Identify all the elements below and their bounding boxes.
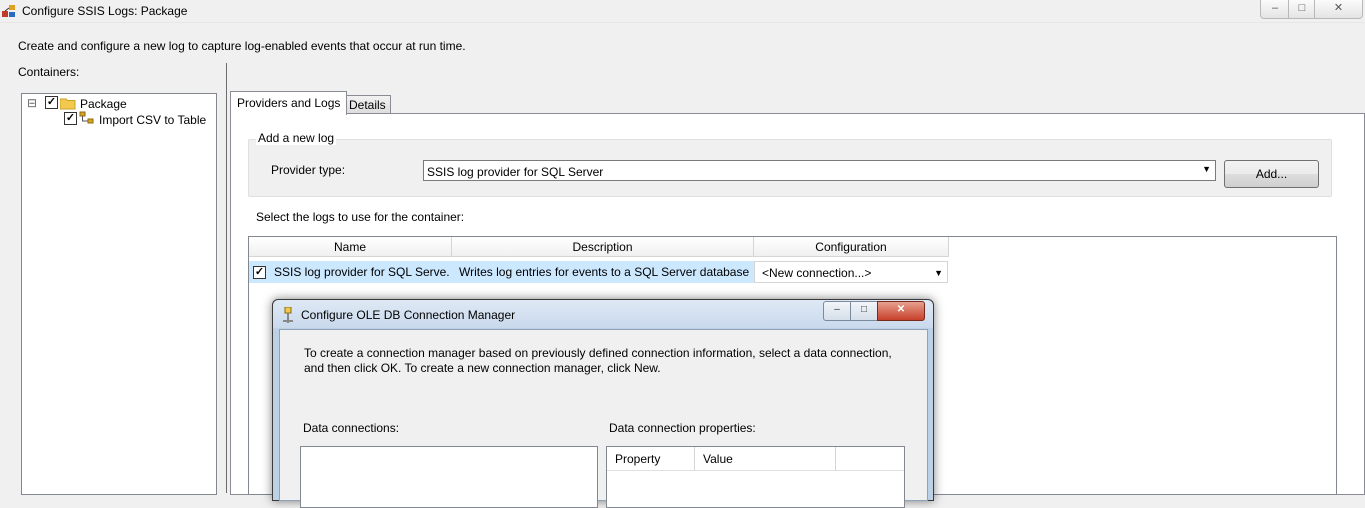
add-button[interactable]: Add... [1224, 160, 1319, 188]
data-connections-label: Data connections: [303, 421, 400, 435]
window-titlebar: Configure SSIS Logs: Package – □ ✕ [0, 0, 1365, 23]
tab-providers-and-logs[interactable]: Providers and Logs [230, 91, 348, 115]
provider-type-label: Provider type: [271, 163, 346, 177]
dialog-titlebar: Configure OLE DB Connection Manager – □ … [273, 300, 933, 328]
select-logs-label: Select the logs to use for the container… [256, 210, 465, 224]
window-title: Configure SSIS Logs: Package [22, 4, 188, 18]
column-header-configuration[interactable]: Configuration [754, 237, 949, 257]
add-log-group-title: Add a new log [256, 131, 337, 145]
data-connection-properties-grid[interactable]: Property Value [606, 446, 905, 508]
log-row-checkbox[interactable]: ✓ [253, 266, 266, 279]
configuration-value: <New connection...> [762, 266, 872, 280]
minimize-button[interactable]: – [1260, 0, 1290, 19]
folder-icon [60, 98, 76, 110]
tab-details[interactable]: Details [344, 95, 391, 114]
connection-icon [283, 307, 293, 323]
data-flow-icon [79, 111, 94, 124]
import-csv-checkbox[interactable]: ✓ [64, 112, 77, 125]
collapse-icon[interactable]: ⊟ [27, 96, 37, 110]
app-icon [2, 5, 15, 17]
configuration-dropdown[interactable]: <New connection...> ▼ [754, 261, 948, 283]
provider-type-dropdown[interactable]: SSIS log provider for SQL Server ▼ [423, 160, 1216, 181]
data-connection-properties-label: Data connection properties: [609, 421, 756, 435]
dialog-instruction-line2: and then click OK. To create a new conne… [304, 361, 661, 375]
dropdown-arrow-icon[interactable]: ▼ [1202, 164, 1211, 174]
column-header-value[interactable]: Value [695, 447, 836, 471]
close-button[interactable]: ✕ [1314, 0, 1363, 19]
column-header-filler [836, 447, 904, 471]
maximize-button[interactable]: □ [1288, 0, 1316, 19]
log-name-cell: SSIS log provider for SQL Serve... [274, 265, 450, 279]
dialog-close-button[interactable]: ✕ [877, 301, 925, 321]
splitter[interactable] [226, 63, 227, 493]
package-checkbox[interactable]: ✓ [45, 96, 58, 109]
containers-tree[interactable]: ⊟ ✓ Package ✓ Import CSV to Table [21, 93, 217, 495]
dialog-minimize-button[interactable]: – [823, 301, 851, 321]
dropdown-arrow-icon[interactable]: ▼ [934, 262, 943, 282]
column-header-description[interactable]: Description [452, 237, 754, 257]
log-description-cell: Writes log entries for events to a SQL S… [459, 265, 750, 279]
provider-type-value: SSIS log provider for SQL Server [427, 165, 604, 179]
dialog-instruction-line1: To create a connection manager based on … [304, 346, 892, 360]
containers-label: Containers: [18, 65, 80, 79]
ole-db-dialog: Configure OLE DB Connection Manager – □ … [272, 299, 934, 508]
description-text: Create and configure a new log to captur… [18, 39, 466, 53]
column-header-name[interactable]: Name [249, 237, 452, 257]
tree-item-package[interactable]: Package [80, 97, 127, 111]
dialog-body: To create a connection manager based on … [279, 329, 928, 508]
data-connections-list[interactable] [300, 446, 598, 508]
dialog-title: Configure OLE DB Connection Manager [301, 308, 516, 322]
tree-item-import-csv[interactable]: Import CSV to Table [99, 113, 206, 127]
dialog-maximize-button[interactable]: □ [850, 301, 878, 321]
column-header-property[interactable]: Property [607, 447, 695, 471]
